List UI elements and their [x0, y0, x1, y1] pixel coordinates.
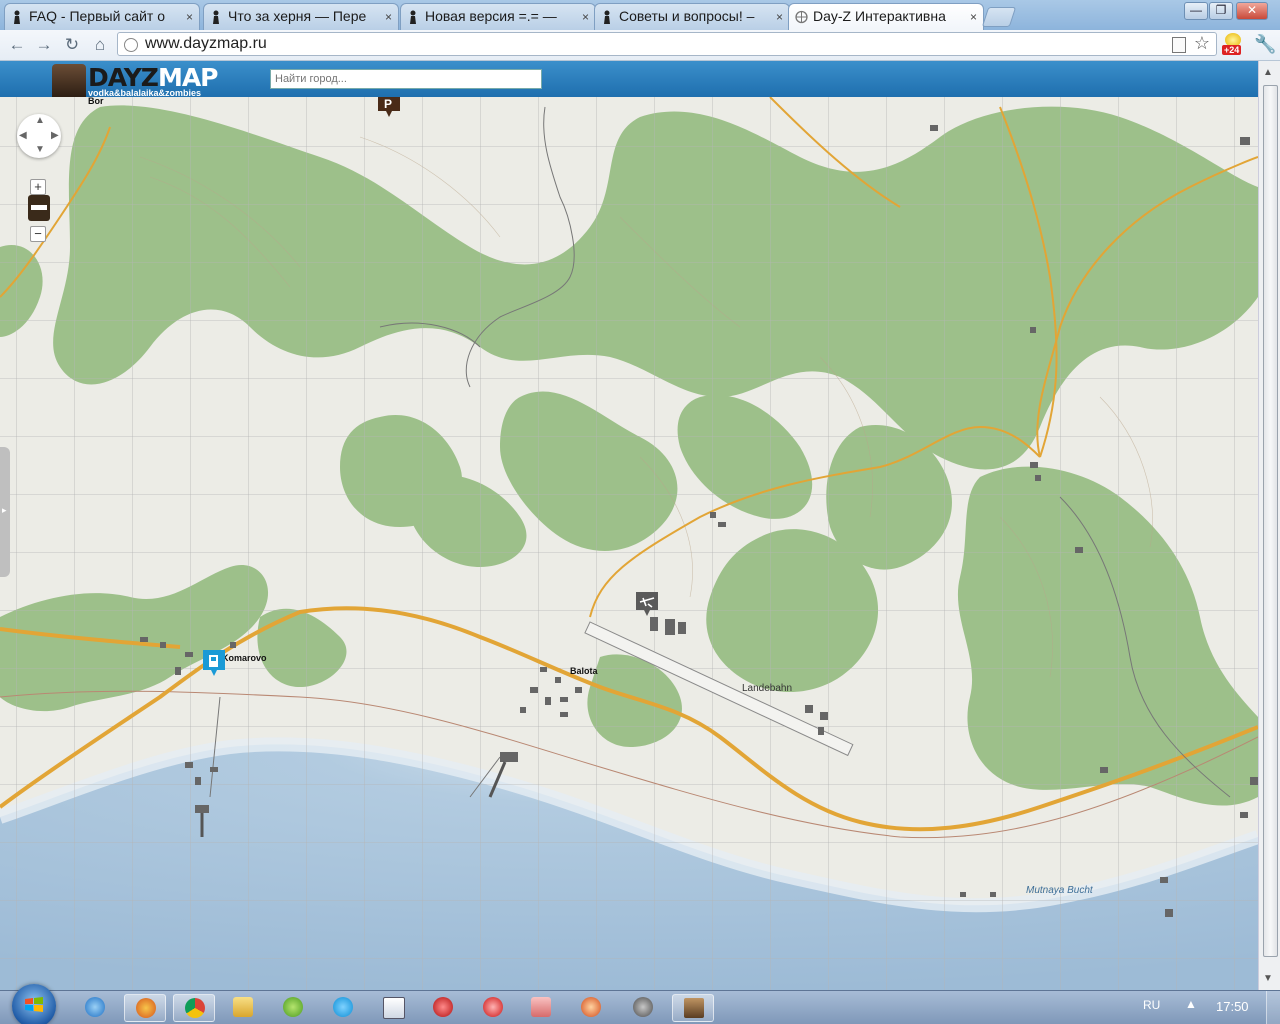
media-player-icon[interactable] — [520, 994, 562, 1022]
calendar-icon[interactable] — [422, 994, 464, 1022]
site-logo[interactable]: DAYZMAP vodka&balalaika&zombies — [52, 63, 222, 98]
map-label-komarovo: Komarovo — [222, 653, 267, 663]
fuel-station-marker-icon[interactable] — [201, 648, 227, 678]
tab-close-icon[interactable]: × — [582, 10, 589, 24]
extension-badge: +24 — [1222, 45, 1242, 55]
maximize-button[interactable]: ❐ — [1209, 2, 1233, 20]
page-scrollbar[interactable]: ▲ ▼ — [1258, 61, 1280, 990]
explorer-folder-icon[interactable] — [222, 994, 264, 1022]
sidebar-toggle[interactable]: ▸ — [0, 447, 10, 577]
skype-icon[interactable] — [322, 994, 364, 1022]
show-hidden-icons-icon[interactable]: ▲ — [1185, 997, 1197, 1011]
hp-icon[interactable] — [622, 994, 664, 1022]
browser-toolbar: ← → ↻ ⌂ www.dayzmap.ru ☆ +24 🔧 — [0, 30, 1280, 61]
opera-icon[interactable] — [472, 994, 514, 1022]
address-bar[interactable]: www.dayzmap.ru ☆ — [117, 32, 1217, 56]
tab-title: Day-Z Интерактивна — [813, 8, 946, 24]
globe-favicon-icon — [795, 10, 808, 24]
internet-explorer-icon[interactable] — [74, 994, 116, 1022]
pan-up-icon[interactable]: ▲ — [35, 115, 45, 126]
ccleaner-icon[interactable] — [570, 994, 612, 1022]
notepad-icon[interactable] — [372, 994, 414, 1022]
zoom-slider-handle[interactable] — [28, 195, 50, 221]
zoom-in-button[interactable]: + — [30, 179, 46, 195]
scroll-down-icon[interactable]: ▼ — [1263, 973, 1273, 984]
browser-tab-dayz-map[interactable]: Day-Z Интерактивна × — [788, 3, 984, 31]
bookmark-star-icon[interactable]: ☆ — [1194, 33, 1210, 54]
browser-tab-novaya-versiya[interactable]: Новая версия =.= — × — [400, 3, 596, 30]
expand-arrow-icon: ▸ — [2, 505, 7, 515]
tab-close-icon[interactable]: × — [186, 10, 193, 24]
windows-logo-icon — [25, 997, 43, 1012]
scroll-up-icon[interactable]: ▲ — [1263, 67, 1273, 78]
survivor-figure-icon — [52, 64, 86, 98]
map-label-landebahn: Landebahn — [742, 683, 793, 694]
tab-title: FAQ - Первый сайт о — [29, 8, 165, 24]
scroll-thumb[interactable] — [1263, 85, 1278, 957]
url-text[interactable]: www.dayzmap.ru — [145, 35, 267, 53]
extension-button[interactable]: +24 — [1222, 33, 1244, 57]
player-favicon-icon — [14, 10, 20, 24]
tab-close-icon[interactable]: × — [970, 10, 977, 24]
parking-marker-icon[interactable]: P — [376, 97, 402, 119]
forward-icon[interactable]: → — [33, 34, 55, 56]
firefox-icon[interactable] — [124, 994, 166, 1022]
chrome-icon[interactable] — [173, 994, 215, 1022]
map-grid — [0, 97, 1258, 990]
tab-close-icon[interactable]: × — [776, 10, 783, 24]
pan-down-icon[interactable]: ▼ — [35, 144, 45, 155]
minimize-button[interactable]: — — [1184, 2, 1208, 20]
dayz-icon[interactable] — [672, 994, 714, 1022]
system-clock[interactable]: 17:50 — [1216, 999, 1249, 1014]
map-label-balota: Balota — [570, 666, 598, 676]
tab-close-icon[interactable]: × — [385, 10, 392, 24]
show-desktop-button[interactable] — [1266, 991, 1280, 1024]
tab-title: Новая версия =.= — — [425, 8, 557, 24]
player-favicon-icon — [604, 10, 610, 24]
close-window-button[interactable]: ✕ — [1236, 2, 1268, 20]
utorrent-icon[interactable] — [272, 994, 314, 1022]
zoom-out-button[interactable]: − — [30, 226, 46, 242]
browser-tab-faq[interactable]: FAQ - Первый сайт о × — [4, 3, 200, 30]
browser-tab-sovety[interactable]: Советы и вопросы! – × — [594, 3, 790, 30]
browser-tab-strip: FAQ - Первый сайт о × Что за херня — Пер… — [0, 0, 1280, 31]
player-favicon-icon — [410, 10, 416, 24]
map-canvas[interactable]: Bor Komarovo Balota Landebahn Mutnaya Bu… — [0, 97, 1258, 990]
map-terrain — [0, 97, 1258, 990]
pan-right-icon[interactable]: ▶ — [51, 130, 59, 141]
tab-title: Советы и вопросы! – — [619, 8, 755, 24]
pan-left-icon[interactable]: ◀ — [19, 130, 27, 141]
map-label-bor: Bor — [88, 97, 104, 106]
windows-taskbar: RU ▲ 17:50 — [0, 984, 1280, 1024]
start-button[interactable] — [12, 984, 56, 1024]
airfield-marker-icon[interactable] — [634, 590, 660, 618]
tab-title: Что за херня — Пере — [228, 8, 367, 24]
browser-tab-chto-za[interactable]: Что за херня — Пере × — [203, 3, 399, 30]
back-icon[interactable]: ← — [6, 34, 28, 56]
player-favicon-icon — [213, 10, 219, 24]
page-action-icon[interactable] — [1172, 37, 1186, 53]
map-pan-control[interactable]: ▲ ▼ ◀ ▶ — [17, 114, 61, 158]
home-icon[interactable]: ⌂ — [89, 34, 111, 56]
svg-text:P: P — [384, 97, 392, 111]
site-header: DAYZMAP vodka&balalaika&zombies — [0, 61, 1258, 98]
wrench-menu-icon[interactable]: 🔧 — [1254, 34, 1276, 55]
map-label-mutnaya-bucht: Mutnaya Bucht — [1026, 885, 1093, 896]
page-info-icon[interactable] — [124, 38, 138, 52]
reload-icon[interactable]: ↻ — [61, 34, 83, 56]
language-indicator[interactable]: RU — [1143, 998, 1160, 1012]
city-search-input[interactable] — [270, 69, 542, 89]
new-tab-button[interactable] — [981, 7, 1017, 27]
